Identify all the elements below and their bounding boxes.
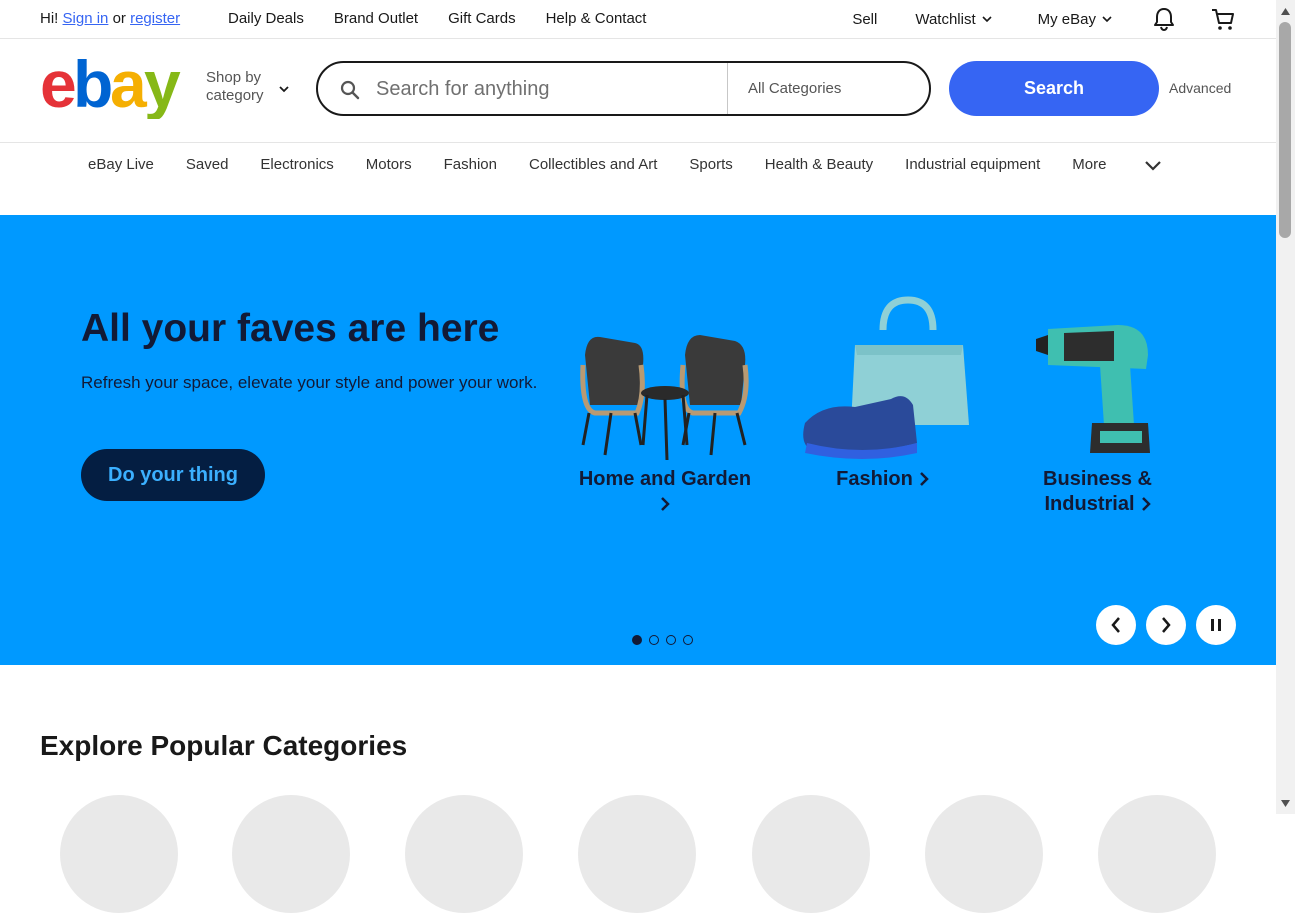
nav-item-fashion[interactable]: Fashion [444,156,497,173]
carousel-dot[interactable] [666,635,676,645]
ebay-logo[interactable]: e b a y [40,55,190,119]
category-circle[interactable] [752,795,870,913]
top-utility-bar: Hi! Sign in or register Daily Deals Bran… [0,0,1276,39]
greeting-or: or [112,10,126,27]
chevron-down-icon [1145,160,1162,171]
logo-letter-a: a [110,55,148,119]
search-divider [727,63,728,114]
page-scrollbar[interactable] [1276,0,1295,814]
bell-icon[interactable] [1152,6,1176,32]
hero-subtitle: Refresh your space, elevate your style a… [81,373,538,392]
nav-more-label: More [1072,156,1107,173]
category-circle[interactable] [60,795,178,913]
do-your-thing-button[interactable]: Do your thing [81,449,265,501]
logo-letter-b: b [73,55,111,119]
chevron-right-icon [1141,497,1151,511]
chevron-down-icon [982,16,992,23]
power-drill-image [1035,325,1150,453]
daily-deals-link[interactable]: Daily Deals [228,10,304,27]
logo-letter-e: e [40,55,75,119]
hero-title: All your faves are here [81,307,500,350]
chevron-down-icon [1102,16,1112,23]
greeting: Hi! Sign in or register [40,10,180,27]
carousel-prev-button[interactable] [1096,605,1136,645]
nav-item-ebay-live[interactable]: eBay Live [88,156,154,173]
nav-item-health-beauty[interactable]: Health & Beauty [765,156,873,173]
main-header: e b a y Shop by category All Categories … [0,39,1276,143]
advanced-search-link[interactable]: Advanced [1169,80,1231,96]
carousel-dot[interactable] [683,635,693,645]
category-nav: eBay Live Saved Electronics Motors Fashi… [0,143,1276,215]
nav-item-motors[interactable]: Motors [366,156,412,173]
category-circle[interactable] [578,795,696,913]
greeting-prefix: Hi! [40,10,59,27]
watchlist-menu[interactable]: Watchlist [915,10,992,28]
scroll-up-arrow-icon[interactable] [1280,7,1291,16]
logo-letter-y: y [144,55,181,119]
search-icon [340,80,360,100]
nav-item-electronics[interactable]: Electronics [260,156,333,173]
search-button[interactable]: Search [949,61,1159,116]
cart-icon[interactable] [1210,6,1236,32]
chevron-right-icon [919,472,929,486]
scrollbar-thumb[interactable] [1279,22,1291,238]
tile-business-industrial[interactable]: Business & Industrial [1005,295,1190,517]
register-link[interactable]: register [130,10,180,27]
tile-business-label-line1: Business & [1043,468,1152,490]
top-right-actions: Sell Watchlist My eBay [852,6,1236,32]
tile-fashion-label: Fashion [836,468,913,490]
carousel-pause-button[interactable] [1196,605,1236,645]
carousel-next-button[interactable] [1146,605,1186,645]
search-bar: All Categories [316,61,931,116]
help-contact-link[interactable]: Help & Contact [546,10,647,27]
chevron-down-icon [279,86,289,93]
category-circle[interactable] [1098,795,1216,913]
sign-in-link[interactable]: Sign in [63,10,109,27]
carousel-dot[interactable] [632,635,642,645]
chevron-left-icon [1111,617,1120,633]
chevron-right-icon [1162,617,1171,633]
nav-item-saved[interactable]: Saved [186,156,229,173]
my-ebay-menu[interactable]: My eBay [1038,11,1112,28]
pause-icon [1211,619,1221,631]
shop-by-category-button[interactable]: Shop by category [206,69,264,105]
tile-business-label-line2: Industrial [1044,493,1135,515]
shop-by-line1: Shop by [206,69,262,86]
category-select[interactable]: All Categories [748,80,841,97]
category-circle[interactable] [232,795,350,913]
patio-chairs-image [580,335,749,461]
search-input[interactable] [374,74,714,104]
nav-item-sports[interactable]: Sports [689,156,732,173]
tile-fashion[interactable]: Fashion [790,295,975,492]
brand-outlet-link[interactable]: Brand Outlet [334,10,418,27]
tile-home-garden-label: Home and Garden [578,468,752,490]
scroll-down-arrow-icon[interactable] [1280,799,1291,808]
explore-popular-categories-heading: Explore Popular Categories [40,730,408,761]
carousel-dot[interactable] [649,635,659,645]
nav-more-button[interactable]: More [1072,156,1162,173]
category-circle[interactable] [405,795,523,913]
watchlist-label: Watchlist [915,10,976,28]
gift-cards-link[interactable]: Gift Cards [448,10,516,27]
nav-item-collectibles[interactable]: Collectibles and Art [529,156,657,173]
nav-item-industrial[interactable]: Industrial equipment [905,156,1040,173]
hero-banner: All your faves are here Refresh your spa… [0,215,1276,665]
sell-link[interactable]: Sell [852,11,877,28]
my-ebay-label: My eBay [1037,10,1096,28]
category-circle[interactable] [925,795,1043,913]
top-links: Daily Deals Brand Outlet Gift Cards Help… [228,10,676,27]
handbag-sneaker-image [802,296,969,459]
shop-by-line2: category [206,87,264,104]
chevron-right-icon [661,497,670,511]
tile-home-garden[interactable]: Home and Garden [570,295,760,517]
carousel-indicators [632,635,693,645]
